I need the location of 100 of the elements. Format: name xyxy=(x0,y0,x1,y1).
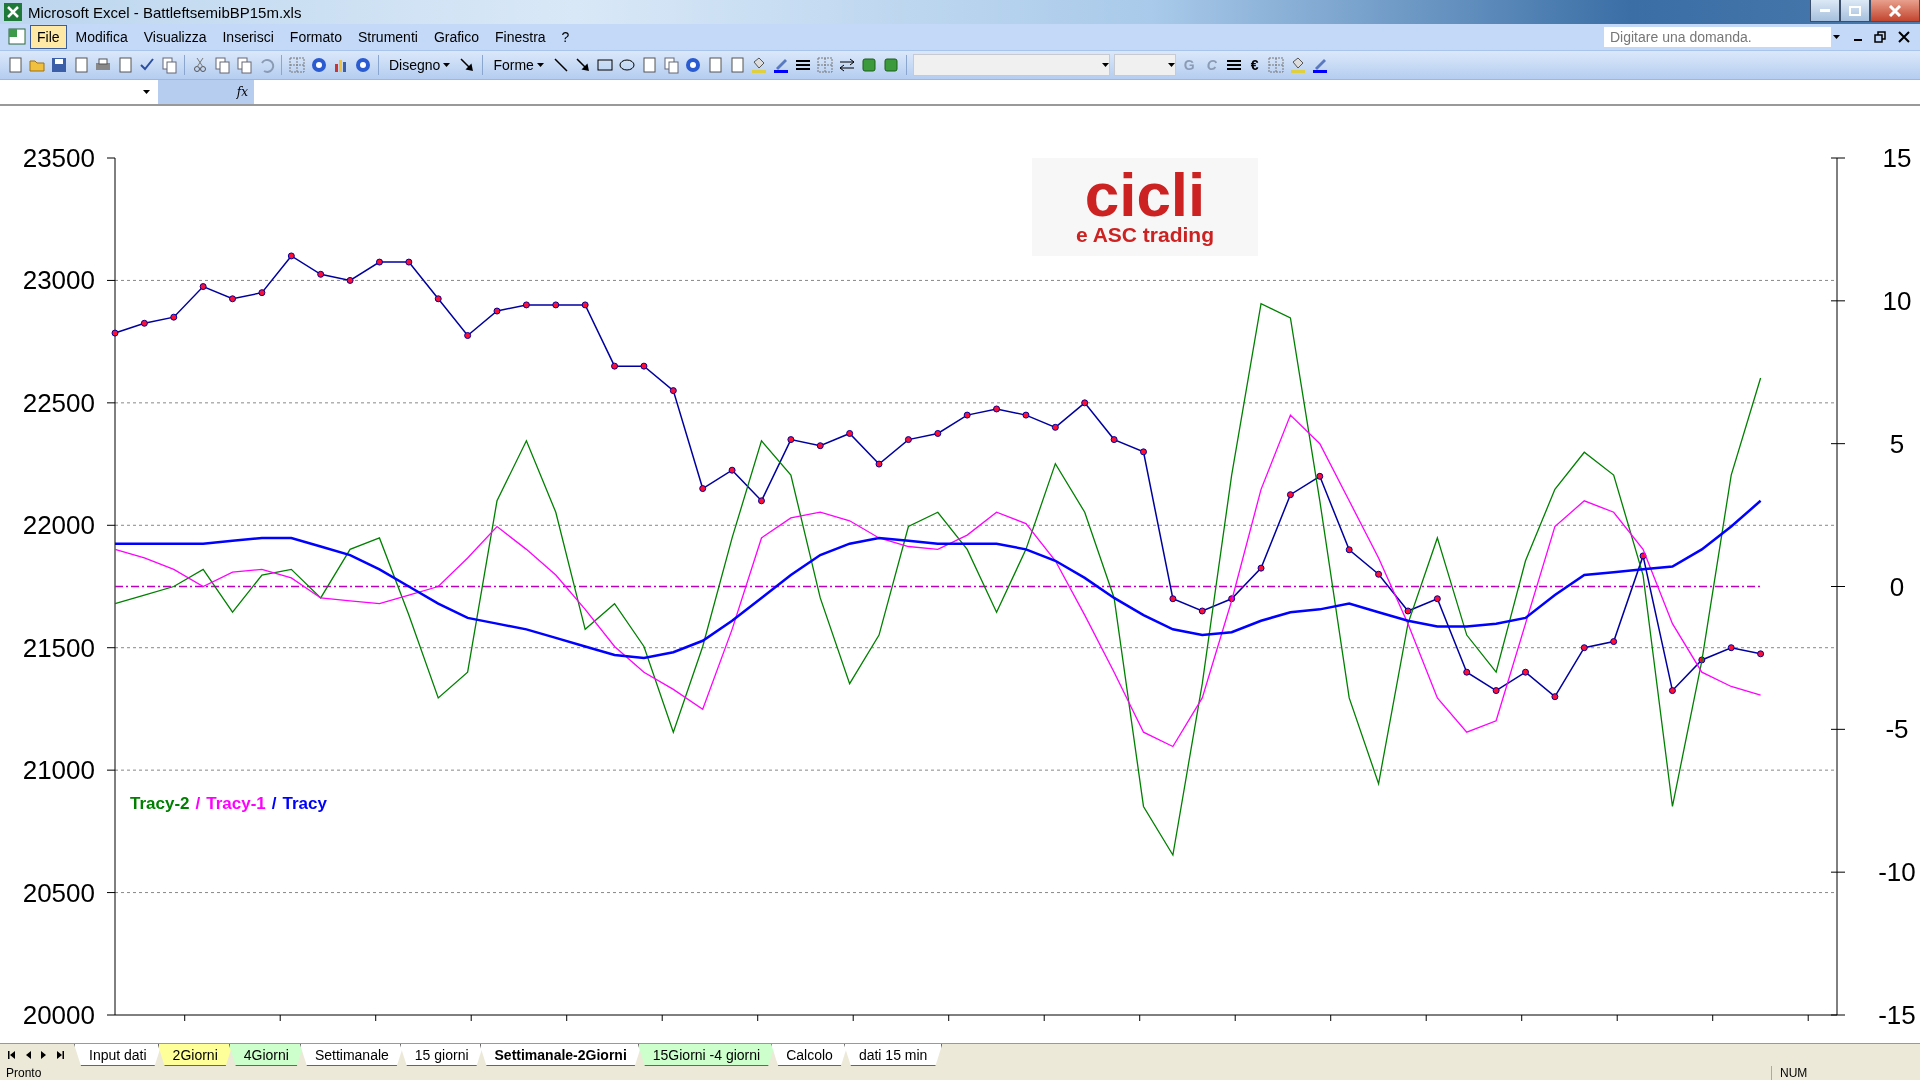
point xyxy=(904,436,912,444)
point xyxy=(1433,595,1441,603)
point xyxy=(1522,668,1530,676)
caret-icon[interactable] xyxy=(1833,35,1840,40)
point xyxy=(1551,693,1559,701)
point xyxy=(140,319,148,327)
point xyxy=(581,301,589,309)
menu-item[interactable]: Formato xyxy=(282,25,349,50)
close-icon[interactable] xyxy=(1898,31,1910,44)
axis-tick-label: 5 xyxy=(1889,428,1905,459)
sheet-tab[interactable]: 2Giorni xyxy=(157,1044,233,1066)
axis-tick-label: 20500 xyxy=(22,877,95,908)
axis-tick-label: 21500 xyxy=(22,632,95,663)
point xyxy=(1375,570,1383,578)
axis-tick-label: 22000 xyxy=(22,510,95,541)
menu-item[interactable]: Modifica xyxy=(68,25,135,50)
last-sheet-icon[interactable] xyxy=(55,1050,65,1060)
axis-tick-label: 0 xyxy=(1889,571,1905,602)
menu-item[interactable]: Inserisci xyxy=(215,25,281,50)
doc-icon[interactable] xyxy=(72,56,90,75)
point xyxy=(1463,668,1471,676)
point xyxy=(1727,644,1735,652)
axis-tick-label: -10 xyxy=(1878,857,1916,888)
pages-icon[interactable] xyxy=(661,56,680,75)
maximize-button[interactable] xyxy=(1840,0,1870,22)
point xyxy=(669,387,677,395)
pen-icon[interactable] xyxy=(771,56,790,75)
menu-item[interactable]: Strumenti xyxy=(350,25,425,50)
status-text: Pronto xyxy=(6,1066,42,1080)
pages-icon[interactable] xyxy=(160,56,178,75)
legend-separator: / xyxy=(271,794,277,814)
point xyxy=(229,295,237,303)
point xyxy=(493,307,501,315)
point xyxy=(1198,607,1206,615)
pages-icon[interactable] xyxy=(213,56,231,75)
minimize-button[interactable] xyxy=(1810,0,1840,22)
caret-icon[interactable] xyxy=(536,63,544,68)
caret-icon[interactable] xyxy=(443,63,451,68)
point xyxy=(787,436,795,444)
sheet-tab[interactable]: Settimanale-2Giorni xyxy=(479,1044,642,1066)
menu-item[interactable]: ? xyxy=(554,25,577,50)
workbook-icon[interactable] xyxy=(6,27,28,48)
point xyxy=(1492,687,1500,695)
point xyxy=(375,258,383,266)
help-search-field[interactable]: Digitare una domanda. xyxy=(1604,27,1831,48)
menu-item[interactable]: Grafico xyxy=(426,25,486,50)
point xyxy=(1257,564,1265,572)
point xyxy=(1316,472,1324,480)
scissors-icon[interactable] xyxy=(191,56,209,75)
legend-label: Tracy-1 xyxy=(206,794,266,814)
pages-icon[interactable] xyxy=(235,56,253,75)
legend-label: Tracy-2 xyxy=(130,794,190,814)
point xyxy=(1022,411,1030,419)
point xyxy=(111,329,119,337)
logo: cicli e ASC trading xyxy=(1032,158,1258,256)
point xyxy=(1580,644,1588,652)
axis-tick-label: 10 xyxy=(1882,285,1912,316)
draw-menu[interactable]: Disegno xyxy=(385,57,455,74)
menu-item[interactable]: File xyxy=(30,25,67,50)
spreadsheet-app-icon xyxy=(4,3,22,22)
sheet-tab[interactable]: Input dati xyxy=(74,1044,162,1066)
point xyxy=(346,276,354,284)
shapes-menu[interactable]: Forme xyxy=(489,57,548,74)
axis-tick-label: -5 xyxy=(1885,714,1909,745)
point xyxy=(1345,546,1353,554)
pen-icon[interactable] xyxy=(1310,56,1329,75)
function-button[interactable]: fx xyxy=(236,85,248,99)
menu-item[interactable]: Finestra xyxy=(488,25,553,50)
sheet-tab[interactable]: Calcolo xyxy=(771,1044,848,1066)
point xyxy=(199,283,207,291)
sheet-tab[interactable]: 4Giorni xyxy=(228,1044,304,1066)
close-button[interactable] xyxy=(1870,0,1920,22)
point xyxy=(1404,607,1412,615)
point xyxy=(522,301,530,309)
caret-icon[interactable] xyxy=(143,90,150,94)
euro-button[interactable]: € xyxy=(1246,57,1263,74)
point xyxy=(405,258,413,266)
sheet-tab[interactable]: dati 15 min xyxy=(843,1044,943,1066)
point xyxy=(875,460,883,468)
caret-icon[interactable] xyxy=(1167,63,1175,68)
point xyxy=(611,362,619,370)
point xyxy=(464,332,472,340)
axis-tick-label: -15 xyxy=(1878,1000,1916,1030)
point xyxy=(1051,423,1059,431)
menu-item[interactable]: Visualizza xyxy=(136,25,214,50)
point xyxy=(1610,638,1618,646)
point xyxy=(846,429,854,437)
point xyxy=(728,466,736,474)
num-lock-indicator: NUM xyxy=(1771,1066,1860,1080)
first-sheet-icon[interactable] xyxy=(7,1050,17,1060)
point xyxy=(287,252,295,260)
sheet-tab[interactable]: Settimanale xyxy=(299,1044,404,1066)
doc-icon[interactable] xyxy=(116,56,134,75)
doc-icon[interactable] xyxy=(6,56,24,75)
caret-icon[interactable] xyxy=(1101,63,1109,68)
point xyxy=(1286,491,1294,499)
sheet-tab[interactable]: 15 giorni xyxy=(399,1044,484,1066)
point xyxy=(640,362,648,370)
restore-icon[interactable] xyxy=(1874,31,1886,44)
point xyxy=(816,442,824,450)
